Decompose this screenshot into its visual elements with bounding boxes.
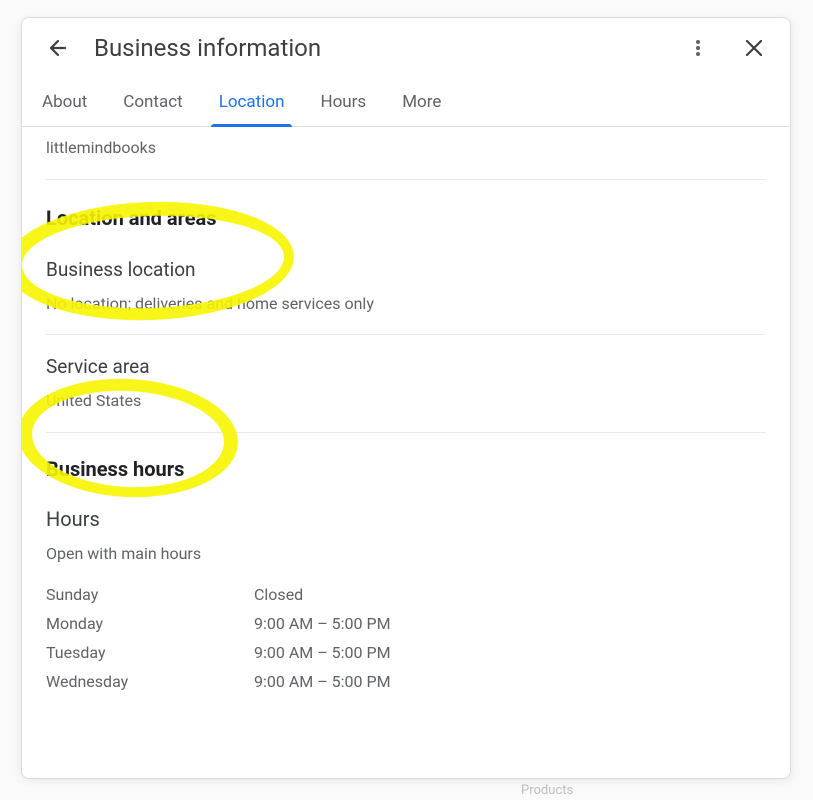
short-name-value: littlemindbooks (46, 135, 766, 161)
modal-title: Business information (94, 34, 662, 62)
hours-day: Monday (46, 614, 254, 633)
modal-header: Business information (22, 18, 790, 72)
hours-status: Open with main hours (46, 541, 766, 567)
hours-value: Closed (254, 585, 766, 604)
tab-location[interactable]: Location (215, 80, 289, 126)
modal-scroll-area[interactable]: Short name littlemindbooks Location and … (22, 127, 790, 778)
business-location-value: No location; deliveries and home service… (46, 291, 766, 317)
business-info-modal: Business information About Contact Locat… (21, 17, 791, 779)
back-button[interactable] (38, 28, 78, 68)
tab-hours[interactable]: Hours (316, 80, 370, 126)
more-menu-button[interactable] (678, 28, 718, 68)
service-area-value: United States (46, 388, 766, 414)
business-hours-heading: Business hours (46, 457, 766, 481)
hours-table: Sunday Closed Monday 9:00 AM – 5:00 PM T… (46, 580, 766, 696)
tab-bar: About Contact Location Hours More (22, 80, 790, 127)
app-backdrop: Products Business information About Cont… (0, 0, 813, 800)
business-hours-block: Business hours Hours Open with main hour… (46, 433, 766, 715)
hours-day: Wednesday (46, 672, 254, 691)
service-area-section[interactable]: Service area United States (46, 335, 766, 433)
hours-row: Tuesday 9:00 AM – 5:00 PM (46, 638, 766, 667)
hours-day: Sunday (46, 585, 254, 604)
close-icon (743, 37, 765, 59)
close-button[interactable] (734, 28, 774, 68)
location-areas-block: Location and areas Business location No … (46, 180, 766, 433)
hours-label: Hours (46, 507, 766, 531)
scroll-spacer (46, 714, 766, 778)
service-area-label: Service area (46, 355, 766, 378)
short-name-section[interactable]: Short name littlemindbooks (46, 127, 766, 180)
arrow-left-icon (46, 36, 70, 60)
bg-hint-products: Products (521, 783, 573, 798)
hours-section[interactable]: Hours Open with main hours Sunday Closed… (46, 503, 766, 715)
hours-day: Tuesday (46, 643, 254, 662)
hours-row: Monday 9:00 AM – 5:00 PM (46, 609, 766, 638)
hours-row: Wednesday 9:00 AM – 5:00 PM (46, 667, 766, 696)
hours-value: 9:00 AM – 5:00 PM (254, 672, 766, 691)
hours-value: 9:00 AM – 5:00 PM (254, 643, 766, 662)
tab-about[interactable]: About (38, 80, 91, 126)
hours-value: 9:00 AM – 5:00 PM (254, 614, 766, 633)
location-areas-heading: Location and areas (46, 206, 766, 230)
hours-row: Sunday Closed (46, 580, 766, 609)
tab-contact[interactable]: Contact (119, 80, 186, 126)
business-location-section[interactable]: Business location No location; deliverie… (46, 252, 766, 336)
tab-more[interactable]: More (398, 80, 445, 126)
business-location-label: Business location (46, 258, 766, 281)
kebab-icon (688, 38, 708, 58)
